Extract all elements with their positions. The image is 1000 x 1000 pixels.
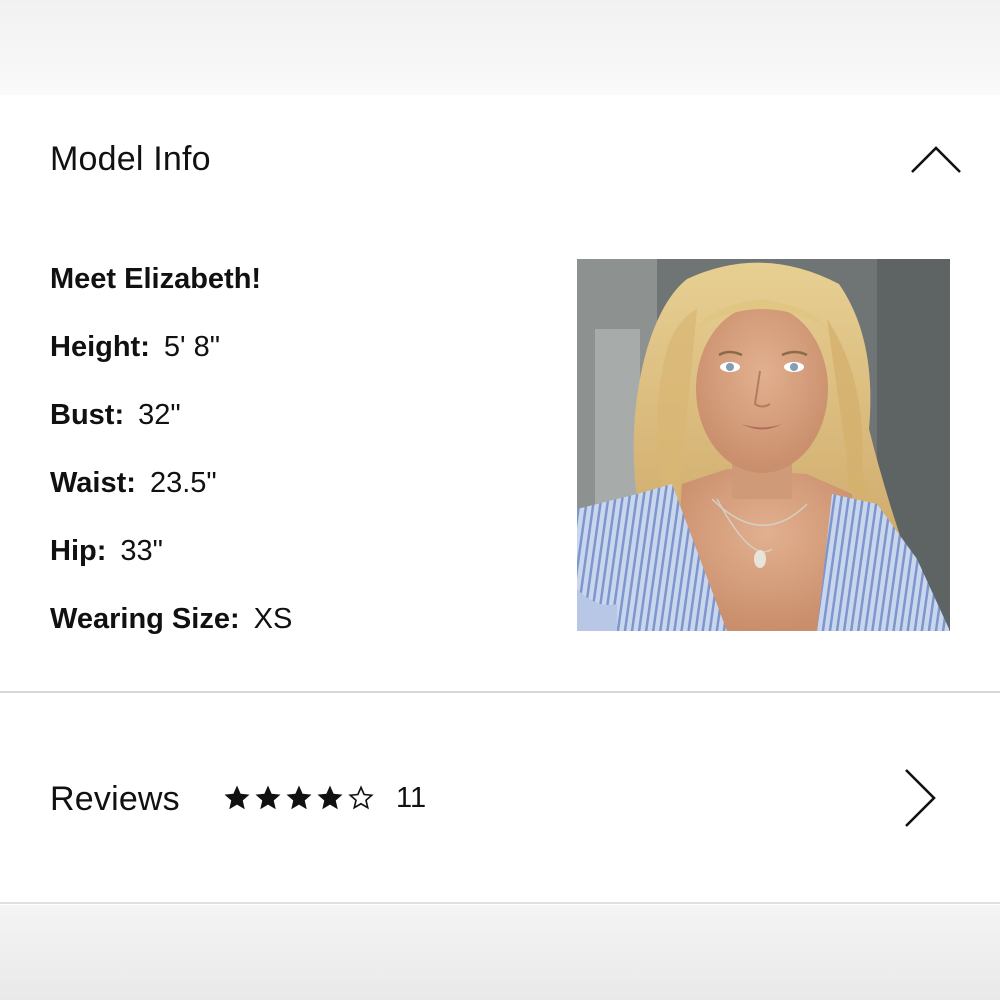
bottom-background-band [0,905,1000,1000]
chevron-right-icon[interactable] [896,766,940,830]
measurement-value: XS [253,603,293,635]
star-filled-icon [255,785,281,810]
rating-stars [222,783,376,815]
measurement-wearing-size: Wearing Size: XS [50,605,292,634]
measurement-bust: Bust: 32" [50,401,181,430]
section-divider [0,902,1000,904]
measurement-value: 23.5" [149,467,217,499]
measurement-value: 33" [120,535,163,567]
measurement-value: 32" [138,399,181,431]
model-greeting: Meet Elizabeth! [50,263,262,295]
measurement-height: Height: 5' 8" [50,333,220,362]
model-photo [577,259,950,631]
star-filled-icon [286,785,312,810]
measurement-label: Height: [50,331,150,363]
measurement-label: Hip: [50,535,107,567]
star-filled-icon [224,785,250,810]
chevron-up-icon[interactable] [908,140,964,180]
measurement-label: Bust: [50,399,125,431]
measurement-waist: Waist: 23.5" [50,469,217,498]
measurement-value: 5' 8" [163,331,221,363]
reviews-title: Reviews [50,780,180,818]
model-info-title: Model Info [50,140,211,178]
review-count: 11 [396,782,427,814]
measurement-hip: Hip: 33" [50,537,163,566]
top-background-band [0,0,1000,95]
measurement-label: Wearing Size: [50,603,240,635]
measurement-label: Waist: [50,467,136,499]
star-filled-icon [317,785,343,810]
star-empty-icon [348,785,374,810]
